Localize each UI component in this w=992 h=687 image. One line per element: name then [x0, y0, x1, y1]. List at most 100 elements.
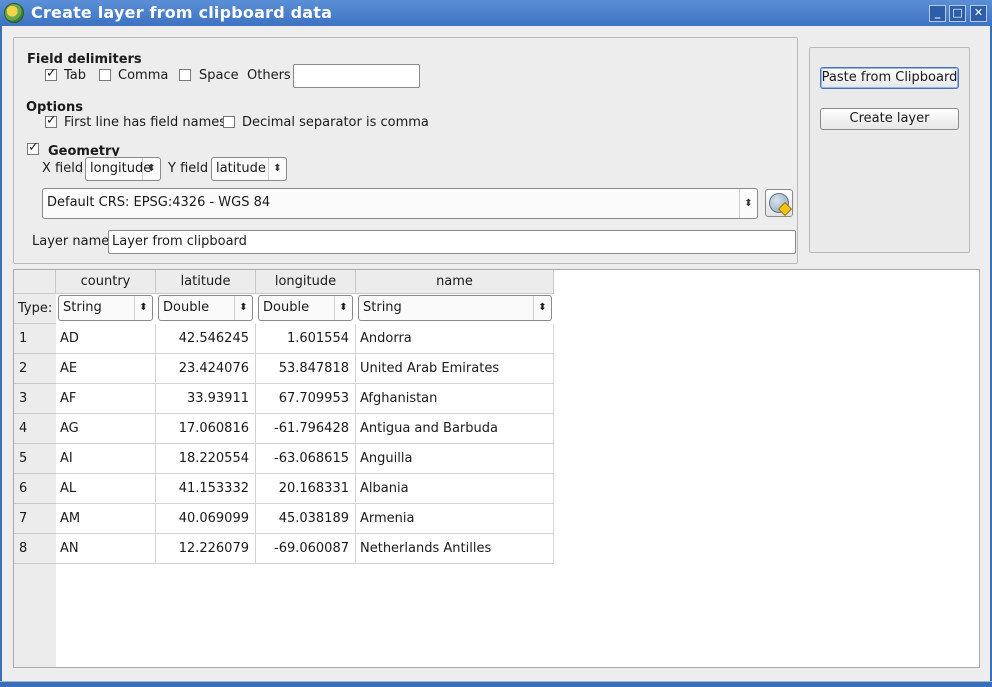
- actions-group: Paste from Clipboard Create layer: [809, 47, 970, 253]
- cell-name[interactable]: Netherlands Antilles: [356, 534, 554, 564]
- row-number: 3: [14, 384, 56, 414]
- cell-country[interactable]: AM: [56, 504, 156, 534]
- row-number: 1: [14, 324, 56, 354]
- cell-latitude[interactable]: 41.153332: [156, 474, 256, 504]
- updown-arrow-icon: ⬍: [142, 158, 160, 180]
- cell-latitude[interactable]: 18.220554: [156, 444, 256, 474]
- y-field-select[interactable]: latitude ⬍: [211, 157, 287, 181]
- cell-country[interactable]: AF: [56, 384, 156, 414]
- cell-name[interactable]: Andorra: [356, 324, 554, 354]
- maximize-button[interactable]: □: [949, 5, 966, 22]
- column-header-name[interactable]: name: [356, 270, 554, 294]
- column-header-longitude[interactable]: longitude: [256, 270, 356, 294]
- geometry-label: Geometry: [48, 144, 120, 156]
- window-bottom-border: [0, 681, 992, 687]
- others-input[interactable]: [293, 64, 420, 88]
- column-header-latitude[interactable]: latitude: [156, 270, 256, 294]
- comma-label: Comma: [118, 68, 169, 83]
- cell-longitude[interactable]: 45.038189: [256, 504, 356, 534]
- column-header-country[interactable]: country: [56, 270, 156, 294]
- updown-arrow-icon: ⬍: [533, 296, 551, 320]
- table-row[interactable]: 2 AE 23.424076 53.847818 United Arab Emi…: [14, 354, 554, 384]
- row-number: 2: [14, 354, 56, 384]
- table-row[interactable]: 4 AG 17.060816 -61.796428 Antigua and Ba…: [14, 414, 554, 444]
- geometry-checkbox[interactable]: [27, 140, 39, 155]
- data-table[interactable]: country latitude longitude name Type: St…: [13, 269, 980, 668]
- cell-name[interactable]: Antigua and Barbuda: [356, 414, 554, 444]
- cell-country[interactable]: AG: [56, 414, 156, 444]
- cell-longitude[interactable]: -63.068615: [256, 444, 356, 474]
- cell-latitude[interactable]: 33.93911: [156, 384, 256, 414]
- type-value: String: [363, 300, 402, 315]
- space-label: Space: [199, 68, 239, 83]
- cell-name[interactable]: Afghanistan: [356, 384, 554, 414]
- type-select-latitude[interactable]: Double ⬍: [158, 295, 253, 321]
- cell-longitude[interactable]: 53.847818: [256, 354, 356, 384]
- corner-header: [14, 270, 56, 294]
- cell-country[interactable]: AI: [56, 444, 156, 474]
- tab-checkbox[interactable]: [45, 66, 57, 81]
- row-number: 5: [14, 444, 56, 474]
- table-row[interactable]: 6 AL 41.153332 20.168331 Albania: [14, 474, 554, 504]
- table-row[interactable]: 8 AN 12.226079 -69.060087 Netherlands An…: [14, 534, 554, 564]
- row-number: 7: [14, 504, 56, 534]
- qgis-app-icon: [4, 3, 24, 23]
- type-select-name[interactable]: String ⬍: [358, 295, 552, 321]
- cell-longitude[interactable]: -69.060087: [256, 534, 356, 564]
- window-title: Create layer from clipboard data: [31, 3, 333, 22]
- cell-longitude[interactable]: 67.709953: [256, 384, 356, 414]
- row-number: 6: [14, 474, 56, 504]
- paste-from-clipboard-button[interactable]: Paste from Clipboard: [820, 67, 959, 89]
- x-field-label: X field: [42, 161, 84, 176]
- table-row[interactable]: 5 AI 18.220554 -63.068615 Anguilla: [14, 444, 554, 474]
- cell-name[interactable]: United Arab Emirates: [356, 354, 554, 384]
- cell-country[interactable]: AD: [56, 324, 156, 354]
- dialog-body: Field delimiters Tab Comma Space Others …: [2, 26, 990, 681]
- cell-latitude[interactable]: 23.424076: [156, 354, 256, 384]
- row-number: 8: [14, 534, 56, 564]
- row-number: 4: [14, 414, 56, 444]
- cell-latitude[interactable]: 12.226079: [156, 534, 256, 564]
- cell-name[interactable]: Albania: [356, 474, 554, 504]
- title-bar[interactable]: Create layer from clipboard data _ □ ✕: [0, 0, 992, 26]
- settings-group: Field delimiters Tab Comma Space Others …: [13, 37, 798, 264]
- x-field-select[interactable]: longitude ⬍: [85, 157, 161, 181]
- type-select-longitude[interactable]: Double ⬍: [258, 295, 353, 321]
- first-line-label: First line has field names: [64, 115, 227, 130]
- cell-latitude[interactable]: 42.546245: [156, 324, 256, 354]
- first-line-checkbox[interactable]: [45, 113, 57, 128]
- cell-latitude[interactable]: 17.060816: [156, 414, 256, 444]
- cell-name[interactable]: Armenia: [356, 504, 554, 534]
- cell-longitude[interactable]: 1.601554: [256, 324, 356, 354]
- cell-longitude[interactable]: 20.168331: [256, 474, 356, 504]
- tab-label: Tab: [64, 68, 87, 83]
- updown-arrow-icon: ⬍: [334, 296, 352, 320]
- cell-country[interactable]: AL: [56, 474, 156, 504]
- select-crs-button[interactable]: [765, 189, 793, 217]
- crs-select[interactable]: Default CRS: EPSG:4326 - WGS 84 ⬍: [42, 188, 758, 219]
- type-value: Double: [163, 300, 210, 315]
- crs-value: Default CRS: EPSG:4326 - WGS 84: [47, 195, 271, 210]
- cell-latitude[interactable]: 40.069099: [156, 504, 256, 534]
- space-checkbox[interactable]: [179, 69, 191, 81]
- comma-checkbox[interactable]: [99, 69, 111, 81]
- cell-name[interactable]: Anguilla: [356, 444, 554, 474]
- table-row[interactable]: 1 AD 42.546245 1.601554 Andorra: [14, 324, 554, 354]
- create-layer-button[interactable]: Create layer: [820, 108, 959, 130]
- updown-arrow-icon: ⬍: [268, 158, 286, 180]
- cell-longitude[interactable]: -61.796428: [256, 414, 356, 444]
- layer-name-input[interactable]: Layer from clipboard: [108, 230, 796, 254]
- decimal-comma-checkbox[interactable]: [223, 116, 235, 128]
- others-label: Others: [247, 68, 291, 83]
- type-value: String: [63, 300, 102, 315]
- table-row[interactable]: 3 AF 33.93911 67.709953 Afghanistan: [14, 384, 554, 414]
- table-row[interactable]: 7 AM 40.069099 45.038189 Armenia: [14, 504, 554, 534]
- type-row-label: Type:: [14, 294, 56, 324]
- layer-name-label: Layer name: [32, 234, 110, 249]
- type-select-country[interactable]: String ⬍: [58, 295, 153, 321]
- minimize-button[interactable]: _: [929, 5, 946, 22]
- cell-country[interactable]: AE: [56, 354, 156, 384]
- updown-arrow-icon: ⬍: [739, 189, 757, 218]
- close-button[interactable]: ✕: [970, 5, 987, 22]
- cell-country[interactable]: AN: [56, 534, 156, 564]
